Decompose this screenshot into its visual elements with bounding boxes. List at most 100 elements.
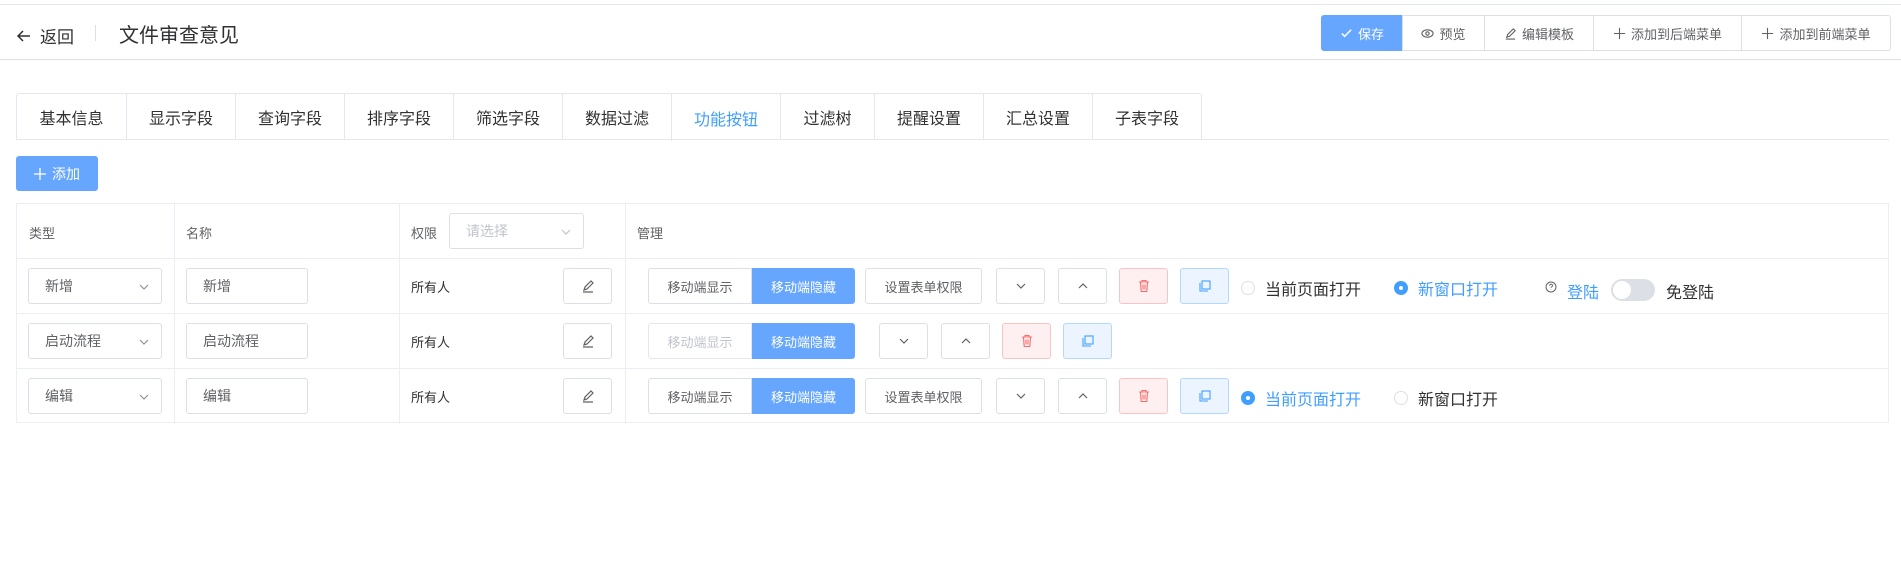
tab-filter-fields[interactable]: 筛选字段 [453,94,562,140]
copy-button[interactable] [1180,268,1229,304]
move-up-button[interactable] [941,323,990,359]
mobile-hide-button[interactable]: 移动端隐藏 [752,378,855,414]
plus-icon [34,167,46,180]
tab-summary-settings[interactable]: 汇总设置 [983,94,1092,140]
mobile-hide-button[interactable]: 移动端隐藏 [752,323,855,359]
edit-template-button[interactable]: 编辑模板 [1484,15,1594,51]
add-button[interactable]: 添加 [16,156,98,191]
preview-button[interactable]: 预览 [1402,15,1485,51]
form-permission-button[interactable]: 设置表单权限 [865,268,982,304]
trash-icon [1138,279,1149,293]
page-title: 文件审查意见 [119,23,239,47]
page-header: 返回 文件审查意见 保存 预览 编辑模板 添加到后端菜单 添加到前端菜单 [0,4,1901,60]
arrow-left-icon [16,29,30,42]
mobile-show-button[interactable]: 移动端显示 [648,323,752,359]
chevron-down-icon [139,339,149,345]
tab-query-fields[interactable]: 查询字段 [235,94,344,140]
table-row: 编辑 编辑 所有人 移动端显示 移动端隐藏 设置表单权限 当前页面打开 新窗口打… [17,369,1888,424]
table-row: 启动流程 启动流程 所有人 移动端显示 移动端隐藏 [17,314,1888,369]
tab-reminder-settings[interactable]: 提醒设置 [874,94,983,140]
radio-current-label: 当前页面打开 [1265,390,1362,409]
type-select[interactable]: 启动流程 [28,323,162,359]
header-manage: 管理 [637,227,664,242]
mobile-visibility-toggle: 移动端显示 移动端隐藏 [648,268,855,304]
edit-icon [582,280,594,293]
tab-display-fields[interactable]: 显示字段 [126,94,235,140]
chevron-down-icon [561,229,571,235]
delete-button[interactable] [1119,268,1168,304]
mobile-visibility-toggle: 移动端显示 移动端隐藏 [648,323,855,359]
chevron-down-icon [1016,393,1025,399]
chevron-down-icon [899,338,908,344]
delete-button[interactable] [1002,323,1051,359]
mobile-hide-button[interactable]: 移动端隐藏 [752,268,855,304]
form-permission-button[interactable]: 设置表单权限 [865,378,982,414]
radio-new-window[interactable]: 新窗口打开 [1394,276,1498,300]
no-login-switch[interactable] [1611,279,1655,301]
tab-subtable-fields[interactable]: 子表字段 [1092,94,1201,140]
chevron-down-icon [139,394,149,400]
move-up-button[interactable] [1058,268,1107,304]
tab-underline [16,139,1889,140]
chevron-up-icon [1078,393,1087,399]
move-down-button[interactable] [879,323,928,359]
trash-icon [1138,389,1149,403]
radio-new-window[interactable]: 新窗口打开 [1394,386,1498,410]
add-backend-menu-label: 添加到后端菜单 [1630,27,1722,43]
name-input[interactable]: 新增 [186,268,308,304]
copy-button[interactable] [1180,378,1229,414]
permission-value: 所有人 [411,281,451,296]
radio-dot [1241,281,1255,295]
permission-filter-select[interactable]: 请选择 [449,213,584,249]
tab-bar: 基本信息 显示字段 查询字段 排序字段 筛选字段 数据过滤 功能按钮 过滤树 提… [16,93,1202,141]
back-button[interactable]: 返回 [16,23,74,48]
chevron-down-icon [139,284,149,290]
tab-basic-info[interactable]: 基本信息 [17,94,126,140]
add-frontend-menu-label: 添加到前端菜单 [1779,27,1871,43]
type-value: 新增 [45,279,73,295]
edit-template-label: 编辑模板 [1521,27,1574,43]
move-down-button[interactable] [996,378,1045,414]
table-row: 新增 新增 所有人 移动端显示 移动端隐藏 设置表单权限 当前页面打开 新窗口打… [17,259,1888,314]
add-frontend-menu-button[interactable]: 添加到前端菜单 [1741,15,1891,51]
type-select[interactable]: 编辑 [28,378,162,414]
preview-label: 预览 [1439,27,1466,43]
tab-filter-tree[interactable]: 过滤树 [780,94,874,140]
edit-permission-button[interactable] [563,323,612,359]
tab-data-filter[interactable]: 数据过滤 [562,94,671,140]
eye-icon [1421,28,1435,38]
move-up-button[interactable] [1058,378,1107,414]
copy-button[interactable] [1063,323,1112,359]
name-input[interactable]: 编辑 [186,378,308,414]
tab-sort-fields[interactable]: 排序字段 [344,94,453,140]
edit-permission-button[interactable] [563,378,612,414]
save-label: 保存 [1357,27,1384,43]
type-value: 编辑 [45,389,73,405]
chevron-up-icon [961,338,970,344]
permission-placeholder: 请选择 [466,224,508,240]
tab-function-buttons[interactable]: 功能按钮 [671,94,780,141]
question-circle-icon[interactable] [1545,281,1557,293]
copy-icon [1081,335,1094,347]
header-divider [95,25,96,41]
header-actions: 保存 预览 编辑模板 添加到后端菜单 添加到前端菜单 [1321,15,1891,51]
radio-current-page[interactable]: 当前页面打开 [1241,276,1361,300]
type-select[interactable]: 新增 [28,268,162,304]
buttons-table: 类型 名称 权限 请选择 管理 新增 新增 所有人 移动端显示 移动端隐藏 设置… [16,203,1889,424]
copy-icon [1198,390,1211,402]
login-link[interactable]: 登陆 [1567,279,1599,303]
permission-value: 所有人 [411,391,451,406]
edit-icon [582,390,594,403]
move-down-button[interactable] [996,268,1045,304]
mobile-show-button[interactable]: 移动端显示 [648,378,752,414]
delete-button[interactable] [1119,378,1168,414]
back-label: 返回 [40,28,74,48]
type-value: 启动流程 [45,334,101,350]
add-backend-menu-button[interactable]: 添加到后端菜单 [1593,15,1742,51]
name-input[interactable]: 启动流程 [186,323,308,359]
edit-icon [582,335,594,348]
edit-permission-button[interactable] [563,268,612,304]
save-button[interactable]: 保存 [1321,15,1403,51]
radio-current-page[interactable]: 当前页面打开 [1241,386,1361,410]
mobile-show-button[interactable]: 移动端显示 [648,268,752,304]
